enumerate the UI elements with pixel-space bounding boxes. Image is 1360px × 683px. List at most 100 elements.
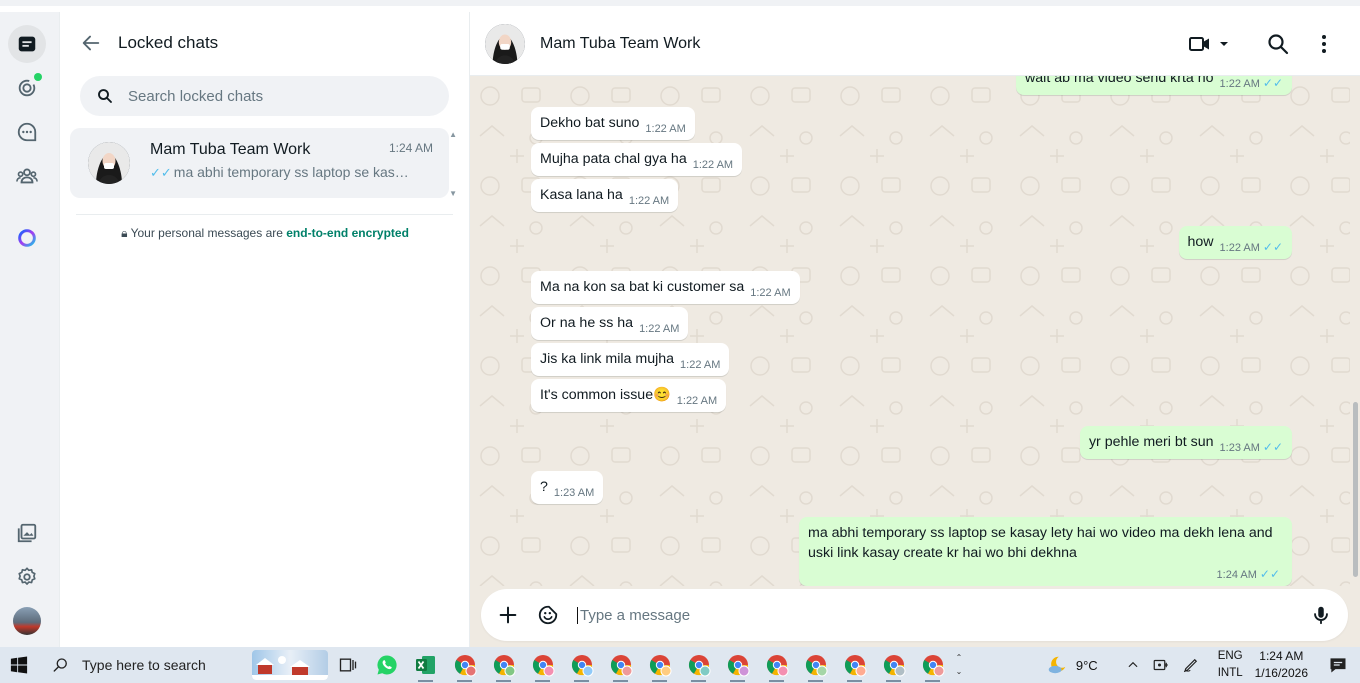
chrome-taskbar-icon[interactable]	[640, 647, 679, 683]
video-call-button[interactable]	[1188, 32, 1230, 56]
chrome-taskbar-icon[interactable]	[796, 647, 835, 683]
message-outgoing[interactable]: yr pehle meri bt sun 1:23 AM ✓✓	[1079, 426, 1292, 459]
message-text: ?	[540, 479, 548, 495]
message-incoming[interactable]: Mujha pata chal gya ha 1:22 AM	[531, 143, 743, 176]
lock-icon: 🔒︎	[121, 226, 128, 240]
read-receipt-icon: ✓✓	[150, 165, 172, 180]
chrome-icon	[649, 655, 671, 677]
windows-taskbar: Type here to search ⌃ ⌄ 9°C ENG INTL 1:24…	[0, 647, 1360, 683]
search-highlight-image[interactable]	[252, 650, 328, 680]
message-input[interactable]	[577, 606, 1297, 624]
chrome-taskbar-icon[interactable]	[835, 647, 874, 683]
chevron-up-icon	[1128, 661, 1138, 668]
chat-preview-text: ma abhi temporary ss laptop se kasay let…	[173, 164, 410, 180]
moon-cloud-icon	[1048, 656, 1066, 674]
show-hidden-icons-button[interactable]	[1126, 658, 1140, 672]
channels-icon[interactable]	[8, 113, 46, 151]
message-time: 1:22 AM	[680, 359, 721, 371]
chats-icon[interactable]	[8, 25, 46, 63]
conversation-header[interactable]: Mam Tuba Team Work	[470, 12, 1360, 76]
chrome-taskbar-icon[interactable]	[601, 647, 640, 683]
clock[interactable]: 1:24 AM 1/16/2026	[1255, 648, 1308, 682]
weather-temp: 9°C	[1075, 657, 1098, 673]
message-scrollbar[interactable]	[1353, 402, 1358, 577]
voice-record-button[interactable]	[1310, 604, 1332, 631]
message-time: 1:23 AM	[1219, 442, 1260, 454]
chat-list-panel: Locked chats Mam Tuba Team Work 1:24 AM …	[60, 12, 470, 653]
message-time: 1:22 AM	[639, 323, 680, 335]
chrome-taskbar-icon[interactable]	[484, 647, 523, 683]
excel-taskbar-icon[interactable]	[406, 647, 445, 683]
message-composer	[481, 589, 1348, 641]
status-icon[interactable]	[8, 69, 46, 107]
message-time: 1:22 AM	[1219, 242, 1260, 254]
chrome-taskbar-icon[interactable]	[718, 647, 757, 683]
sticker-button[interactable]	[537, 604, 559, 626]
profile-avatar[interactable]	[8, 602, 46, 640]
whatsapp-window: Locked chats Mam Tuba Team Work 1:24 AM …	[0, 0, 1360, 653]
search-box[interactable]	[80, 76, 449, 116]
message-incoming[interactable]: Ma na kon sa bat ki customer sa 1:22 AM	[531, 271, 800, 304]
chevron-down-icon: ⌄	[955, 667, 963, 676]
chrome-taskbar-icon[interactable]	[757, 647, 796, 683]
communities-icon[interactable]	[8, 157, 46, 195]
network-icon[interactable]	[1152, 656, 1170, 674]
chrome-taskbar-group	[445, 647, 952, 683]
search-icon	[53, 658, 67, 672]
notifications-icon[interactable]	[1328, 655, 1348, 675]
message-incoming[interactable]: It's common issue😊 1:22 AM	[531, 379, 727, 412]
message-incoming[interactable]: Kasa lana ha 1:22 AM	[531, 179, 679, 212]
task-view-icon[interactable]	[328, 647, 367, 683]
message-incoming[interactable]: Dekho bat suno 1:22 AM	[531, 107, 695, 140]
read-receipt-icon: ✓✓	[1262, 76, 1283, 90]
whatsapp-taskbar-icon[interactable]	[367, 647, 406, 683]
chrome-icon	[727, 655, 749, 677]
message-time: 1:24 AM	[1216, 569, 1257, 581]
chrome-icon	[922, 655, 944, 677]
chat-list-item[interactable]: Mam Tuba Team Work 1:24 AM ✓✓ ma abhi tem…	[70, 128, 449, 198]
pen-icon[interactable]	[1182, 656, 1200, 674]
scroll-up-arrow-icon[interactable]: ▲	[449, 130, 457, 139]
search-icon[interactable]	[1266, 32, 1290, 56]
message-text: Kasa lana ha	[540, 187, 623, 203]
settings-icon[interactable]	[8, 558, 46, 596]
meta-ai-icon[interactable]	[8, 219, 46, 257]
chrome-taskbar-icon[interactable]	[913, 647, 952, 683]
read-receipt-icon: ✓✓	[1262, 240, 1283, 254]
message-text: It's common issue😊	[540, 387, 671, 403]
chrome-icon	[766, 655, 788, 677]
attach-button[interactable]	[497, 604, 519, 626]
divider	[76, 214, 453, 215]
header-actions	[1188, 12, 1336, 76]
taskbar-search[interactable]: Type here to search	[38, 647, 248, 683]
read-receipt-icon: ✓✓	[1259, 567, 1280, 581]
input-language[interactable]: ENG INTL	[1218, 648, 1243, 682]
message-time: 1:22 AM	[1219, 78, 1260, 90]
media-icon[interactable]	[8, 514, 46, 552]
chrome-taskbar-icon[interactable]	[562, 647, 601, 683]
chrome-taskbar-icon[interactable]	[445, 647, 484, 683]
back-arrow-icon[interactable]	[80, 32, 102, 54]
message-outgoing[interactable]: how 1:22 AM ✓✓	[1178, 226, 1292, 259]
message-outgoing[interactable]: wait ab ma video send krta ho 1:22 AM ✓✓	[1016, 76, 1292, 95]
list-header: Locked chats	[60, 12, 469, 74]
nav-rail	[0, 12, 60, 653]
scroll-down-arrow-icon[interactable]: ▼	[449, 189, 457, 198]
message-time: 1:22 AM	[628, 195, 670, 207]
weather-widget[interactable]: 9°C	[1046, 654, 1098, 676]
chrome-taskbar-icon[interactable]	[679, 647, 718, 683]
search-input[interactable]	[128, 87, 408, 105]
message-incoming[interactable]: Jis ka link mila mujha 1:22 AM	[531, 343, 730, 376]
chrome-taskbar-icon[interactable]	[874, 647, 913, 683]
taskbar-overflow-arrows[interactable]: ⌃ ⌄	[952, 651, 966, 679]
start-button[interactable]	[0, 647, 38, 683]
menu-icon[interactable]	[1312, 32, 1336, 56]
message-outgoing[interactable]: ma abhi temporary ss laptop se kasay let…	[799, 517, 1292, 586]
windows-logo-icon	[10, 656, 28, 674]
encryption-link[interactable]: end-to-end encrypted	[286, 226, 409, 240]
message-incoming[interactable]: ? 1:23 AM	[531, 471, 604, 504]
message-text: how	[1187, 234, 1214, 250]
message-incoming[interactable]: Or na he ss ha 1:22 AM	[531, 307, 689, 340]
chrome-taskbar-icon[interactable]	[523, 647, 562, 683]
contact-avatar[interactable]	[485, 23, 525, 64]
